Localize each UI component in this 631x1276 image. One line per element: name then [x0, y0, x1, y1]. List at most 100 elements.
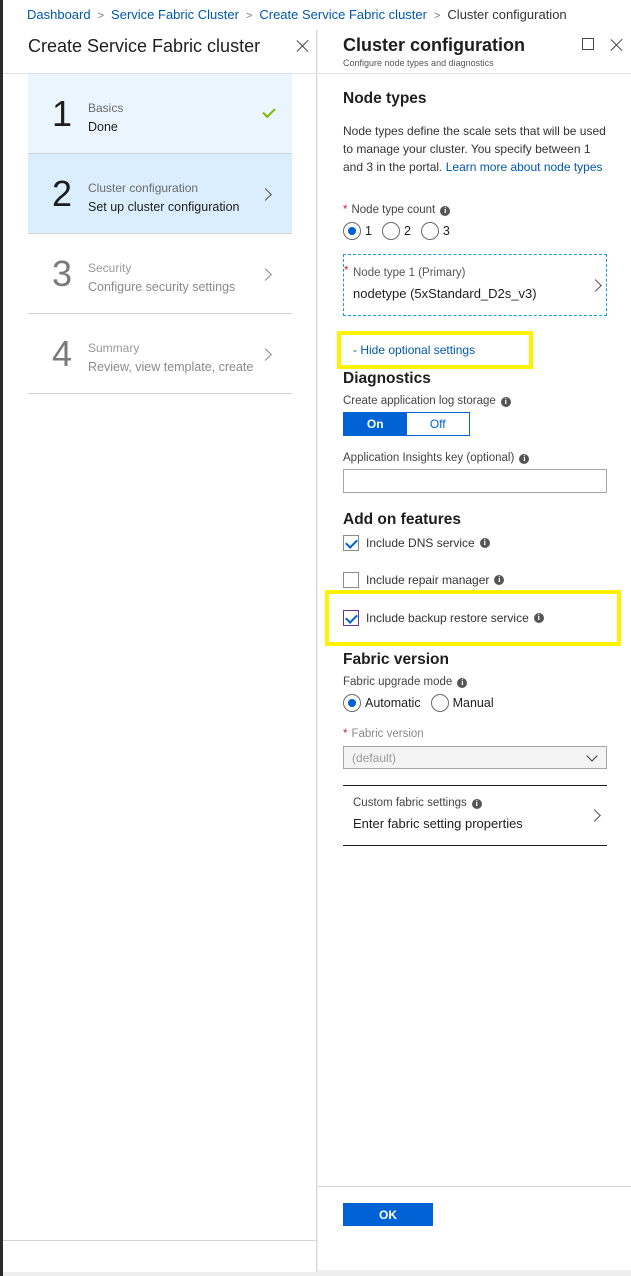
- step-number: 1: [52, 93, 73, 134]
- radio-button[interactable]: [420, 222, 439, 240]
- backup-restore-checkbox[interactable]: [343, 610, 359, 626]
- chevron-right-icon: [259, 268, 272, 281]
- fabric-version-dropdown[interactable]: (default): [343, 746, 607, 769]
- divider: [3, 1240, 317, 1241]
- label-text: Node type count: [351, 204, 436, 216]
- step-basics[interactable]: 1 Basics Done: [28, 74, 292, 154]
- maximize-icon[interactable]: [582, 38, 594, 50]
- ok-button[interactable]: OK: [343, 1203, 433, 1226]
- add-on-features-heading: Add on features: [343, 511, 461, 528]
- radio-manual[interactable]: Manual: [430, 694, 494, 712]
- label-text: Create application log storage: [343, 395, 496, 407]
- required-asterisk: *: [343, 728, 348, 740]
- checkmark-icon: [262, 104, 276, 119]
- dns-service-checkbox[interactable]: [343, 535, 359, 551]
- learn-more-node-types-link[interactable]: Learn more about node types: [446, 160, 603, 174]
- chevron-right-icon: [259, 348, 272, 361]
- divider: [318, 1186, 631, 1187]
- breadcrumb-dashboard[interactable]: Dashboard: [27, 7, 91, 22]
- step-cluster-configuration[interactable]: 2 Cluster configuration Set up cluster c…: [28, 154, 292, 234]
- breadcrumb-current: Cluster configuration: [447, 7, 567, 22]
- fabric-upgrade-mode-label: Fabric upgrade mode i: [343, 676, 468, 688]
- backup-restore-checkbox-row[interactable]: Include backup restore service i: [343, 610, 544, 626]
- step-number: 4: [52, 333, 73, 374]
- step-subtitle: Done: [88, 120, 118, 134]
- chevron-right-icon: [589, 279, 602, 292]
- info-icon[interactable]: i: [440, 206, 451, 216]
- breadcrumb-create-service-fabric-cluster[interactable]: Create Service Fabric cluster: [259, 7, 427, 22]
- divider: [343, 845, 607, 846]
- checkbox-label: Include backup restore service: [366, 611, 529, 625]
- required-asterisk: *: [344, 265, 349, 277]
- blade-subtitle: Configure node types and diagnostics: [343, 58, 494, 68]
- toggle-off-button[interactable]: Off: [407, 413, 470, 435]
- radio-label: 1: [365, 224, 372, 238]
- radio-count-1[interactable]: 1: [343, 222, 372, 240]
- radio-label: Manual: [452, 696, 494, 710]
- step-number: 3: [52, 253, 73, 294]
- node-type-1-value: nodetype (5xStandard_D2s_v3): [353, 286, 537, 301]
- node-type-count-radio-group: 1 2 3: [343, 222, 460, 240]
- info-icon[interactable]: i: [479, 538, 490, 548]
- step-security[interactable]: 3 Security Configure security settings: [28, 234, 292, 314]
- custom-fabric-settings-label: Custom fabric settings i: [353, 797, 482, 809]
- custom-fabric-settings-value: Enter fabric setting properties: [353, 816, 523, 831]
- info-icon[interactable]: i: [457, 678, 468, 688]
- step-title: Summary: [88, 341, 140, 355]
- hide-optional-settings-link[interactable]: - Hide optional settings: [353, 343, 475, 357]
- radio-count-2[interactable]: 2: [381, 222, 411, 240]
- radio-button[interactable]: [381, 222, 400, 240]
- label-text: Fabric version: [351, 728, 424, 740]
- insights-key-input[interactable]: [343, 469, 607, 493]
- chevron-right-icon: >: [245, 10, 253, 22]
- blade-title: Create Service Fabric cluster: [28, 36, 261, 56]
- info-icon[interactable]: i: [471, 799, 482, 809]
- breadcrumb-service-fabric-cluster[interactable]: Service Fabric Cluster: [111, 7, 239, 22]
- node-types-description: Node types define the scale sets that wi…: [343, 122, 613, 176]
- info-icon[interactable]: i: [494, 575, 505, 585]
- node-types-heading: Node types: [343, 90, 427, 107]
- toggle-on-button[interactable]: On: [344, 413, 407, 435]
- step-subtitle: Set up cluster configuration: [88, 200, 240, 214]
- blade-header: Create Service Fabric cluster: [3, 30, 316, 74]
- radio-automatic[interactable]: Automatic: [343, 694, 421, 712]
- breadcrumb: Dashboard > Service Fabric Cluster > Create …: [3, 0, 631, 30]
- chevron-down-icon: [586, 750, 598, 762]
- repair-manager-checkbox[interactable]: [343, 572, 359, 588]
- horizontal-scrollbar[interactable]: [3, 1272, 631, 1276]
- upgrade-mode-radio-group: Automatic Manual: [343, 694, 504, 712]
- chevron-right-icon: [259, 188, 272, 201]
- required-asterisk: *: [343, 204, 348, 216]
- create-cluster-blade: Create Service Fabric cluster 1 Basics D…: [3, 30, 317, 1276]
- custom-fabric-settings-selector[interactable]: Custom fabric settings i Enter fabric set…: [343, 786, 607, 846]
- fabric-version-heading: Fabric version: [343, 651, 449, 668]
- node-type-count-label: * Node type count i: [343, 204, 451, 216]
- step-subtitle: Configure security settings: [88, 280, 236, 294]
- log-storage-toggle: On Off: [343, 412, 470, 436]
- cluster-configuration-blade: Cluster configuration Configure node typ…: [318, 30, 631, 1270]
- close-icon[interactable]: [610, 38, 624, 52]
- radio-button[interactable]: [343, 222, 361, 240]
- radio-label: Automatic: [365, 696, 421, 710]
- node-type-1-selector[interactable]: * Node type 1 (Primary) nodetype (5xStand…: [343, 254, 607, 316]
- repair-manager-checkbox-row[interactable]: Include repair manager i: [343, 572, 505, 588]
- label-text: Node type 1 (Primary): [353, 267, 466, 279]
- label-text: Application Insights key (optional): [343, 452, 515, 464]
- blade-header: Cluster configuration Configure node typ…: [318, 30, 631, 74]
- radio-button[interactable]: [430, 694, 449, 712]
- wizard-steps: 1 Basics Done 2 Cluster configuration Se…: [28, 74, 292, 394]
- dns-service-checkbox-row[interactable]: Include DNS service i: [343, 535, 490, 551]
- diagnostics-heading: Diagnostics: [343, 370, 431, 387]
- info-icon[interactable]: i: [519, 454, 530, 464]
- chevron-right-icon: >: [97, 10, 105, 22]
- info-icon[interactable]: i: [500, 397, 511, 407]
- checkbox-label: Include repair manager: [366, 573, 490, 587]
- radio-button[interactable]: [343, 694, 361, 712]
- step-summary[interactable]: 4 Summary Review, view template, create: [28, 314, 292, 394]
- step-subtitle: Review, view template, create: [88, 360, 254, 374]
- blade-title: Cluster configuration: [343, 35, 526, 55]
- close-icon[interactable]: [296, 39, 310, 53]
- fabric-version-label: * Fabric version: [343, 728, 424, 740]
- info-icon[interactable]: i: [533, 613, 544, 623]
- radio-count-3[interactable]: 3: [420, 222, 450, 240]
